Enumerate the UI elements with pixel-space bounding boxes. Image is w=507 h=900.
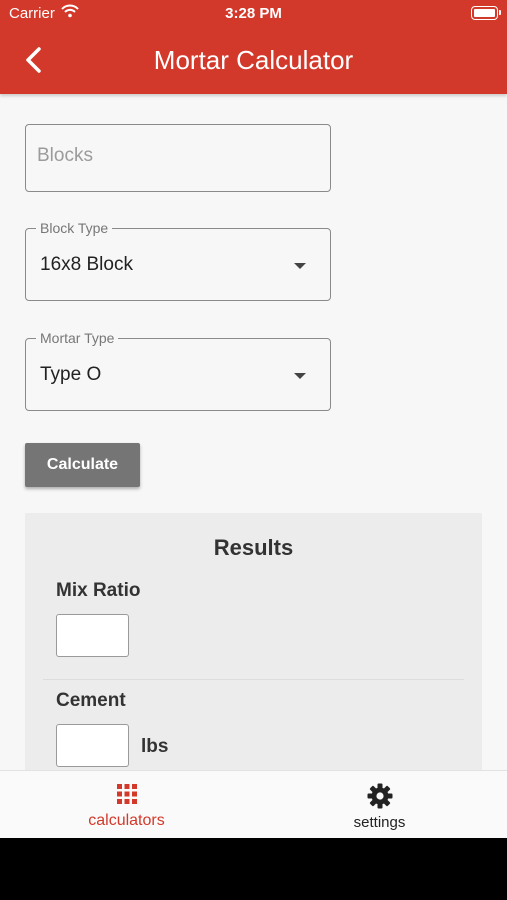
- gear-icon: [367, 783, 393, 814]
- block-type-label: Block Type: [36, 220, 113, 236]
- grid-icon: [116, 783, 138, 810]
- tab-settings[interactable]: settings: [253, 771, 506, 838]
- bottom-tab-bar: calculators settings: [0, 770, 507, 838]
- results-title: Results: [213, 535, 294, 560]
- tab-calculators-label: calculators: [88, 812, 165, 829]
- mix-ratio-label: Mix Ratio: [56, 580, 141, 601]
- blocks-field[interactable]: [25, 124, 331, 192]
- block-type-select[interactable]: Block Type 16x8 Block: [25, 220, 331, 301]
- calculate-button[interactable]: Calculate: [25, 443, 140, 487]
- status-bar: Carrier 3:28 PM: [0, 0, 507, 28]
- app-header: Carrier 3:28 PM Mortar Calculator: [0, 0, 507, 94]
- page-title: Mortar Calculator: [153, 45, 354, 75]
- mortar-type-value: Type O: [40, 364, 102, 385]
- blocks-input[interactable]: [37, 145, 317, 167]
- mix-ratio-output: [56, 614, 129, 657]
- mortar-type-label: Mortar Type: [36, 330, 119, 346]
- mortar-type-select[interactable]: Mortar Type Type O: [25, 330, 331, 411]
- results-card: Results Mix Ratio Cement lbs: [25, 513, 482, 793]
- divider: [43, 679, 464, 680]
- app-screen: Carrier 3:28 PM Mortar Calculator Block …: [0, 0, 507, 838]
- tab-calculators[interactable]: calculators: [0, 771, 253, 838]
- tab-settings-label: settings: [353, 814, 406, 831]
- dropdown-arrow-icon: [294, 263, 306, 269]
- cement-output: [56, 724, 129, 767]
- dropdown-arrow-icon: [294, 373, 306, 379]
- cement-label: Cement: [56, 690, 126, 711]
- battery-icon: [471, 6, 501, 20]
- status-time: 3:28 PM: [225, 5, 282, 22]
- block-type-value: 16x8 Block: [40, 254, 133, 275]
- cement-unit: lbs: [141, 736, 169, 757]
